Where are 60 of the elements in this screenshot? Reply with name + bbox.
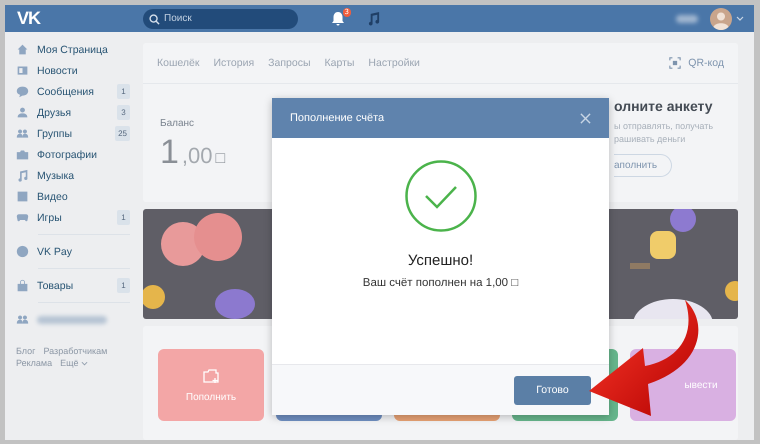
count-badge: 3 [117, 105, 130, 120]
home-icon [16, 43, 29, 56]
search-field[interactable]: Поиск [143, 8, 298, 28]
bell-icon[interactable] [330, 10, 346, 26]
footer-link[interactable]: Разработчикам [43, 346, 108, 356]
sidebar-item[interactable]: Музыка [16, 165, 130, 186]
sidebar-item[interactable]: Фотографии [16, 144, 130, 165]
check-circle-icon [404, 160, 476, 232]
people-icon [16, 313, 29, 326]
sidebar-item[interactable]: Товары 1 [16, 275, 130, 296]
logo[interactable]: VK [17, 8, 143, 29]
balance-fraction: ,00 [182, 143, 213, 169]
count-badge: 1 [117, 84, 130, 99]
message-icon [16, 85, 29, 98]
qr-icon[interactable] [669, 57, 682, 69]
person-icon [16, 106, 29, 119]
sidebar-item[interactable]: Друзья 3 [16, 102, 130, 123]
caret-icon[interactable] [80, 360, 88, 366]
sidebar-item[interactable]: Игры 1 [16, 207, 130, 228]
caret-icon[interactable] [736, 16, 744, 21]
tab[interactable]: Запросы [268, 57, 310, 69]
sidebar-item[interactable]: Моя Страница [16, 39, 130, 60]
music-icon [16, 169, 29, 182]
promo-text: рашивать деньги [614, 133, 686, 146]
success-heading: Успешно! [408, 252, 474, 269]
people-icon [16, 127, 29, 140]
sidebar-item[interactable]: Сообщения 1 [16, 81, 130, 102]
sidebar-item[interactable]: Группы 25 [16, 123, 130, 144]
fill-button[interactable]: аполнить [614, 154, 672, 177]
music-icon[interactable] [366, 11, 381, 26]
balance-label: Баланс [160, 118, 196, 129]
promo-text: ы отправлять, получать [614, 120, 714, 133]
done-button[interactable]: Готово [514, 376, 591, 404]
camera-icon [16, 148, 29, 161]
news-icon [16, 64, 29, 77]
blurred-text [37, 316, 107, 324]
tab[interactable]: Кошелёк [157, 57, 200, 69]
tab[interactable]: История [213, 57, 254, 69]
sidebar-item[interactable]: Новости [16, 60, 130, 81]
promo-title: олните анкету [614, 98, 713, 114]
blurred-text [676, 14, 698, 22]
currency-sign: □ [216, 150, 226, 168]
balance-amount: 1 [160, 133, 179, 172]
dialog-title: Пополнение счёта [290, 112, 384, 124]
bag-icon [16, 279, 29, 292]
count-badge: 1 [117, 210, 130, 225]
footer-link[interactable]: Блог [16, 346, 36, 356]
wallet-plus-icon [202, 368, 220, 384]
qr-link[interactable]: QR-код [688, 57, 724, 69]
footer-link[interactable]: Ещё [60, 358, 79, 368]
count-badge: 1 [117, 278, 130, 293]
success-message: Ваш счёт пополнен на 1,00 □ [362, 277, 518, 289]
sidebar-item[interactable]: Видео [16, 186, 130, 207]
tab[interactable]: Настройки [368, 57, 420, 69]
avatar[interactable] [710, 8, 732, 30]
count-badge: 25 [115, 126, 130, 141]
close-icon[interactable] [580, 112, 591, 124]
tab[interactable]: Карты [324, 57, 354, 69]
footer-link[interactable]: Реклама [16, 358, 52, 368]
sidebar-item[interactable]: VK Pay [16, 241, 130, 262]
